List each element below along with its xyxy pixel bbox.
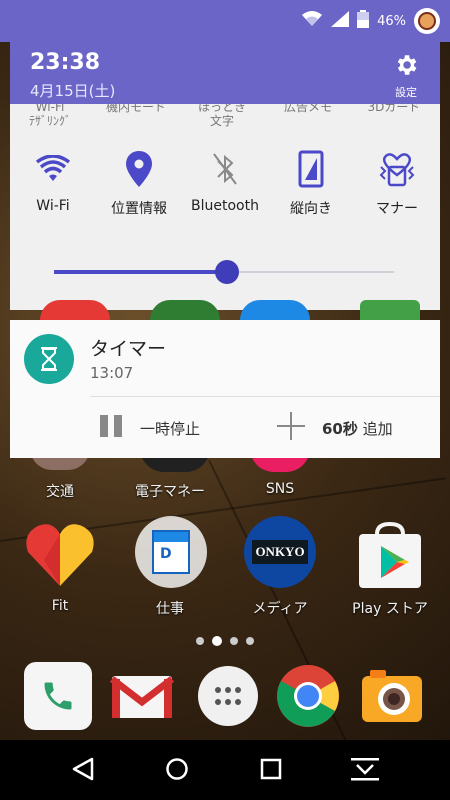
divider	[90, 396, 440, 397]
tile-label: Wi-Fi	[36, 198, 70, 214]
prev-tile-3d-guard[interactable]: 3Dガード	[354, 104, 434, 114]
slider-fill	[54, 270, 228, 274]
media-folder-icon[interactable]: ONKYO	[244, 516, 316, 588]
work-folder-icon[interactable]: D	[135, 516, 207, 588]
settings-label: 設定	[395, 86, 417, 99]
brightness-slider[interactable]	[54, 260, 394, 284]
app-label-fit[interactable]: Fit	[5, 598, 115, 614]
navigation-bar	[0, 740, 450, 800]
prev-tile-airplane[interactable]: 機内モード	[96, 104, 176, 114]
previous-tile-row: Wi-Fi ﾃｻﾞﾘﾝｸﾞ 機内モード ほっとき 文字 広告メモ 3Dガード	[10, 104, 440, 136]
pause-button[interactable]: 一時停止	[98, 408, 200, 448]
clock-time: 23:38	[30, 50, 101, 75]
back-button[interactable]	[68, 756, 98, 786]
tile-wifi[interactable]: Wi-Fi	[10, 148, 96, 214]
app-label-work[interactable]: 仕事	[115, 598, 225, 618]
bluetooth-off-icon	[182, 148, 268, 190]
settings-button[interactable]: 設定	[388, 52, 424, 100]
prev-tile-memo[interactable]: 広告メモ	[268, 104, 348, 114]
hourglass-icon	[24, 334, 74, 384]
page-dot-active	[212, 636, 222, 646]
wifi-icon	[301, 11, 323, 31]
onkyo-logo: ONKYO	[252, 540, 308, 564]
slider-thumb[interactable]	[215, 260, 240, 284]
notification-pull-icon	[350, 756, 380, 786]
pause-icon	[98, 413, 124, 443]
add-60-seconds-button[interactable]: 60秒 追加	[276, 408, 393, 448]
page-dot	[246, 637, 254, 645]
tile-label: 縦向き	[290, 201, 332, 217]
camera-icon[interactable]	[358, 662, 426, 730]
recents-button[interactable]	[256, 756, 286, 786]
app-drawer-icon[interactable]	[194, 662, 262, 730]
app-peek	[360, 300, 420, 320]
app-label-media[interactable]: メディア	[225, 598, 335, 618]
gmail-icon[interactable]	[108, 662, 176, 730]
timer-notification[interactable]: タイマー 13:07 一時停止 60秒 追加	[10, 320, 440, 458]
tile-label: 位置情報	[111, 201, 167, 217]
fit-app-icon[interactable]	[24, 520, 96, 588]
avatar[interactable]	[414, 8, 440, 34]
gear-icon	[393, 55, 419, 82]
wifi-icon	[10, 148, 96, 190]
quick-settings-header: 23:38 4月15日(土) 設定	[10, 42, 440, 104]
location-icon	[96, 148, 182, 190]
plus-icon	[276, 411, 306, 445]
quick-settings-panel: Wi-Fi ﾃｻﾞﾘﾝｸﾞ 機内モード ほっとき 文字 広告メモ 3Dガード W…	[10, 104, 440, 310]
tile-portrait[interactable]: 縦向き	[268, 148, 354, 218]
tile-bluetooth[interactable]: Bluetooth	[182, 148, 268, 214]
pause-label: 一時停止	[140, 419, 201, 438]
app-label-sns[interactable]: SNS	[225, 481, 335, 497]
add-label: 追加	[362, 419, 393, 438]
app-label-e-money[interactable]: 電子マネー	[115, 481, 225, 501]
tile-location[interactable]: 位置情報	[96, 148, 182, 218]
chrome-icon[interactable]	[274, 662, 342, 730]
app-label-play-store[interactable]: Play ストア	[335, 598, 445, 618]
tile-label: Bluetooth	[191, 198, 259, 214]
page-indicator	[196, 636, 254, 646]
battery-icon	[357, 10, 370, 32]
app-peek	[40, 300, 110, 320]
play-store-icon[interactable]	[355, 521, 425, 588]
prev-tile-wifi-tethering[interactable]: Wi-Fi ﾃｻﾞﾘﾝｸﾞ	[10, 104, 90, 128]
battery-percent: 46%	[377, 13, 406, 29]
manner-mode-icon	[354, 148, 440, 190]
tile-manner[interactable]: マナー	[354, 148, 440, 218]
back-icon	[72, 757, 94, 785]
signal-icon	[331, 11, 350, 31]
app-label-transport[interactable]: 交通	[5, 481, 115, 501]
portrait-icon	[268, 148, 354, 190]
notification-time: 13:07	[90, 364, 134, 382]
phone-icon[interactable]	[24, 662, 92, 730]
notification-button[interactable]	[350, 756, 380, 786]
clock-date[interactable]: 4月15日(土)	[30, 80, 115, 101]
tile-label: マナー	[376, 201, 418, 217]
prev-tile-text[interactable]: ほっとき 文字	[182, 104, 262, 128]
page-dot	[196, 637, 204, 645]
quick-tiles: Wi-Fi 位置情報 Bluetooth 縦向き マナー	[10, 148, 440, 228]
add-seconds-value: 60秒	[322, 419, 358, 438]
page-dot	[230, 637, 238, 645]
home-icon	[165, 757, 189, 785]
status-bar: 46%	[0, 0, 450, 42]
home-button[interactable]	[162, 756, 192, 786]
app-peek	[240, 300, 310, 320]
app-peek	[150, 300, 220, 320]
recents-icon	[260, 758, 282, 784]
notification-title: タイマー	[90, 338, 167, 360]
